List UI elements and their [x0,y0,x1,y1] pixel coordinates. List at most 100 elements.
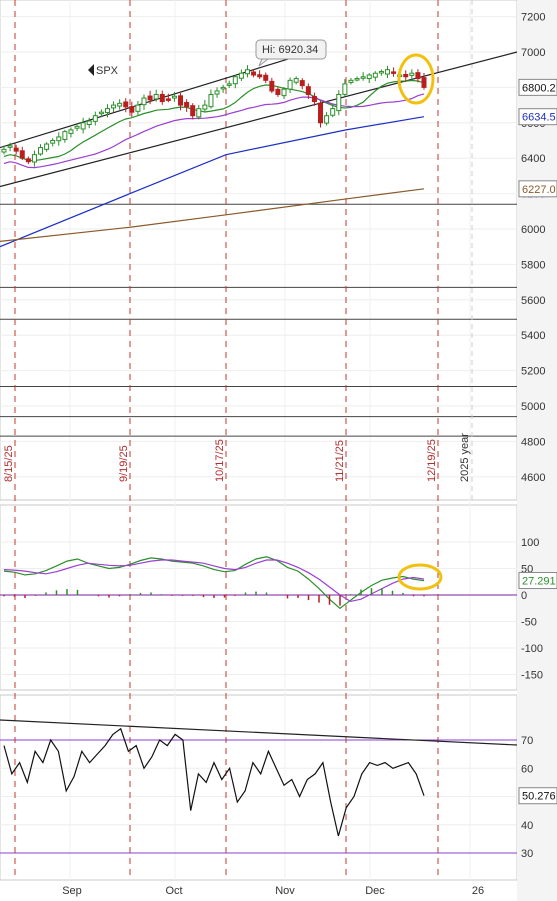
candle-body [311,96,317,103]
rsi-tick-label: 70 [521,735,533,747]
candle-body [415,72,421,80]
ma-blue-tag-text: 6634.5 [522,112,556,124]
candle-body [190,105,196,117]
spx-chart[interactable]: 8/15/25 9/19/25 10/17/25 11/21/25 12/19/25 7… [0,0,557,901]
candle-body [342,83,348,95]
candle-body [135,104,141,112]
rsi-tick-label: 40 [521,820,533,832]
candle-body [238,72,244,79]
candle-body [354,78,360,81]
candle-body [409,72,415,76]
macd-tick-label: 100 [521,537,539,549]
candle-body [324,115,330,124]
candle-body [165,98,171,101]
price-tick-label: 7000 [521,47,545,59]
candle-body [196,108,202,118]
candle-body [129,106,135,113]
candle-body [366,74,372,80]
candle-body [391,71,397,74]
candle-body [378,70,384,74]
candle-body [123,101,129,108]
candle-body [178,95,184,106]
candle-body [330,108,336,116]
candle-body [1,148,7,153]
year-marker-label: 2025 year [459,433,471,482]
candle-body [214,90,220,95]
candle-body [208,93,214,108]
month-label: Nov [275,885,295,897]
candle-body [372,72,378,78]
rsi-pane[interactable] [0,694,518,881]
candle-body [92,115,98,122]
candle-body [117,102,123,107]
rsi-tick-label: 30 [521,848,533,860]
price-tick-label: 6400 [521,153,545,165]
candle-body [384,69,390,75]
candle-body [318,102,324,124]
candle-body [202,104,208,110]
candle-body [226,83,232,86]
price-tick-label: 4800 [521,436,545,448]
candle-body [56,136,62,142]
candle-body [421,77,427,88]
candle-body [232,76,238,85]
price-tick-label: 5200 [521,366,545,378]
candle-body [263,74,269,81]
candle-body [287,79,293,90]
candle-body [336,93,342,112]
rsi-tag-text: 50.276 [522,791,556,803]
candle-body [269,80,275,92]
candle-body [86,120,92,125]
date-marker-label: 11/21/25 [334,440,346,482]
candle-body [159,93,165,103]
price-tick-label: 5800 [521,259,545,271]
candle-body [293,78,299,83]
candle-body [171,95,177,99]
candle-body [403,73,409,78]
candle-body [62,131,68,140]
candle-body [44,143,50,150]
candle-body [38,147,44,155]
month-label: Oct [165,885,182,897]
candle-body [305,86,311,95]
candle-body [19,150,25,159]
candle-body [13,147,19,152]
candle-body [98,111,104,115]
price-tick-label: 7200 [521,12,545,24]
month-label: Sep [62,885,82,897]
macd-tick-label: 0 [521,590,527,602]
candle-body [31,154,37,163]
hi-callout-text: Hi: 6920.34 [262,44,318,56]
candle-body [220,86,226,90]
candle-body [184,102,190,108]
candle-body [141,97,147,106]
candle-body [360,76,366,79]
candle-body [104,108,110,114]
macd-tick-label: -150 [521,670,543,682]
macd-pane-frame [0,504,518,691]
macd-tag-text: 27.291 [522,576,556,588]
candle-body [74,125,80,129]
candle-body [257,74,263,78]
price-tick-label: 6000 [521,224,545,236]
macd-pane[interactable] [0,504,518,691]
candle-body [25,158,31,163]
candle-body [147,95,153,101]
candle-body [275,88,281,95]
macd-tick-label: -50 [521,617,537,629]
date-marker-label: 12/19/25 [426,439,438,482]
price-tag-text: 6800.2 [522,82,556,94]
symbol-text: SPX [96,65,119,77]
candle-body [153,93,159,100]
candle-body [7,145,13,148]
price-tick-label: 4600 [521,472,545,484]
date-marker-label: 9/19/25 [118,445,130,482]
date-marker-label: 10/17/25 [214,439,226,482]
ma-brown-tag-text: 6227.0 [522,184,556,196]
macd-tick-label: -100 [521,643,543,655]
rsi-tick-label: 60 [521,763,533,775]
month-label: Dec [365,885,385,897]
price-tick-label: 5600 [521,295,545,307]
candle-body [50,140,56,144]
date-marker-label: 8/15/25 [3,445,15,482]
